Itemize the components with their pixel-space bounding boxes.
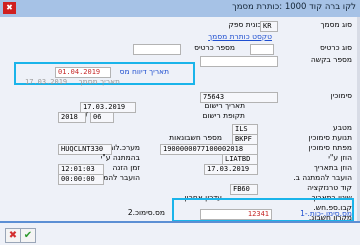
tax-code1-label: מס.סימו.-כות.-1 xyxy=(300,209,352,218)
reference-key-label: מפתח סימוכין xyxy=(308,143,352,152)
checkmark-icon: ✔ xyxy=(23,230,33,241)
parked-date-label: הועבר להמתנה ב. xyxy=(293,173,352,182)
dialog-window: לקו ברה קוד 1000 :כותרת מסמך ✖ סוג מסמך … xyxy=(0,0,360,245)
doc-type-code[interactable]: KR xyxy=(260,21,278,32)
currency-label: מטבע xyxy=(333,123,352,132)
card-number-label: מספר כרטיס xyxy=(194,43,235,52)
card-type-input[interactable] xyxy=(250,44,274,55)
title-bar: לקו ברה קוד 1000 :כותרת מסמך ✖ xyxy=(0,0,360,17)
tax-code1-input[interactable]: 12341 xyxy=(200,209,272,220)
parked-by-label: בהמתנה ע"י xyxy=(100,153,140,162)
entry-date2-label: הוזן בתאריך xyxy=(313,163,352,172)
close-icon[interactable]: ✖ xyxy=(3,2,16,14)
cancel-icon: ✖ xyxy=(8,230,18,241)
confirm-button[interactable]: ✔ xyxy=(20,228,36,243)
posting-period-month[interactable]: 06 xyxy=(90,112,114,123)
request-number-input[interactable] xyxy=(200,56,278,67)
header-text-link[interactable]: טקסט כותרת מסמך xyxy=(152,32,272,42)
form-body: סוג מסמך חשבונית ספק KR טקסט כותרת מסמך … xyxy=(0,17,360,222)
separator xyxy=(0,221,360,223)
entered-by-label: הוזן ע"י xyxy=(328,153,352,162)
tax-code2-label: מס.סימוכ.2 xyxy=(127,208,165,217)
transaction-code-input[interactable]: FB60 xyxy=(230,184,258,195)
button-bar: ✖ ✔ xyxy=(0,221,360,245)
entry-date2-input[interactable]: 17.03.2019 xyxy=(204,164,258,175)
parked-time-input[interactable]: 00:00:00 xyxy=(58,174,104,185)
doc-date-value: 17.03.2019 xyxy=(25,78,68,86)
entry-date-label: תאריך רישום xyxy=(204,101,245,110)
card-number-input[interactable] xyxy=(133,44,181,55)
accounting-number-label: מספר חשבונאות xyxy=(169,133,222,142)
posting-period-year[interactable]: 2018 xyxy=(58,112,86,123)
transaction-type-label: תנועת סימוכין xyxy=(308,133,352,142)
card-type-label: סוג כרטיס xyxy=(320,43,352,52)
posting-period-label: תקופת רישום xyxy=(202,111,245,120)
transaction-code-label: קוד טרנזקציה xyxy=(307,183,352,192)
cancel-button[interactable]: ✖ xyxy=(5,228,21,243)
window-title: לקו ברה קוד 1000 :כותרת מסמך xyxy=(232,2,356,12)
